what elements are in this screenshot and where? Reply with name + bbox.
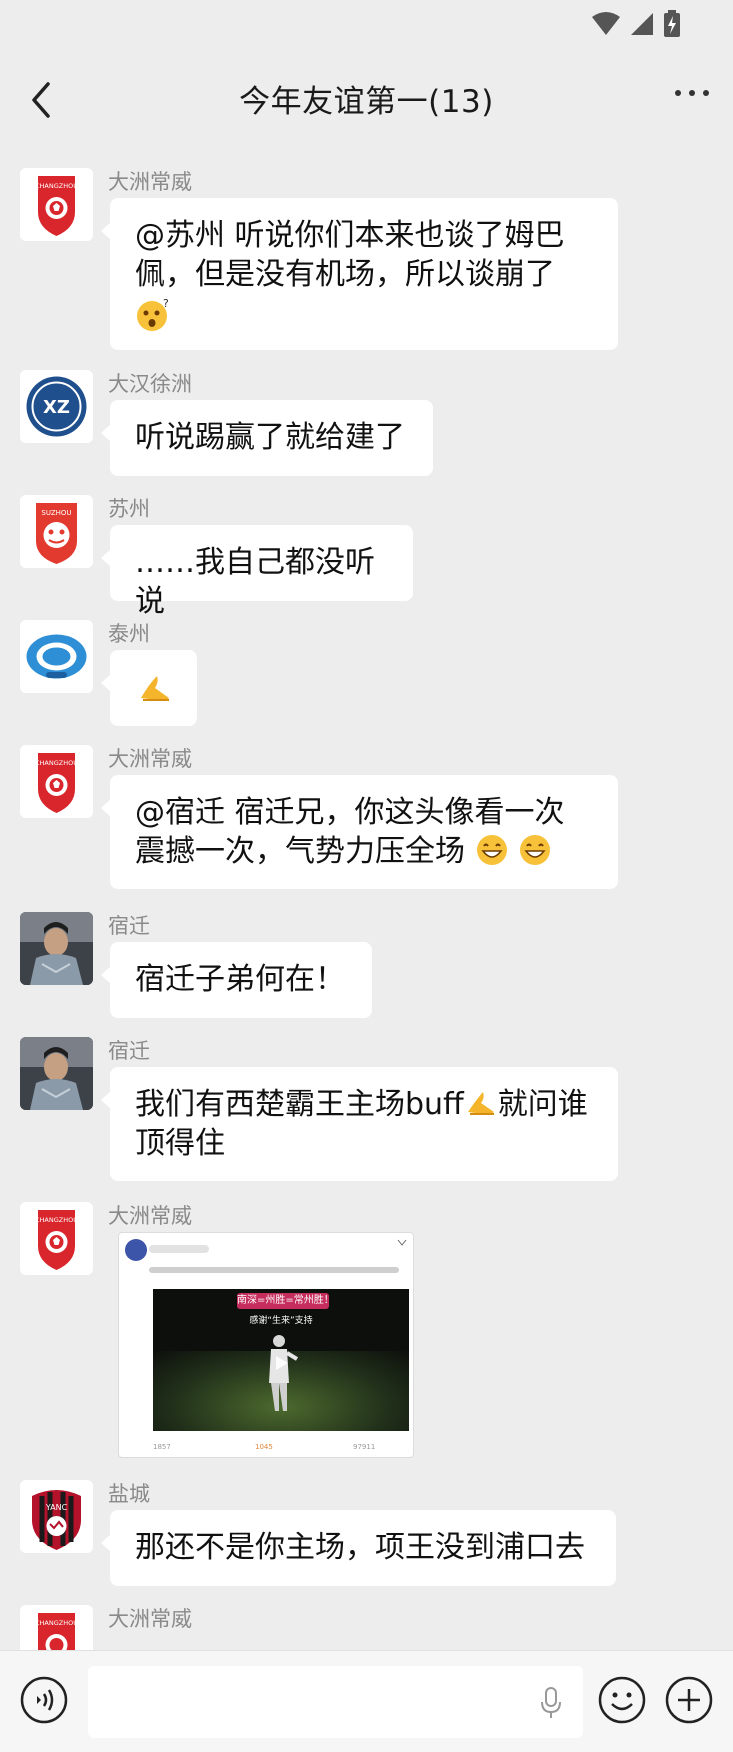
message-bubble[interactable]: ……我自己都没听说 <box>101 525 413 619</box>
avatar-changzhou[interactable]: CHANGZHOU <box>20 745 93 818</box>
message-text: 宿迁子弟何在！ <box>135 962 345 997</box>
post-author-avatar <box>125 1239 147 1261</box>
taizhou-club-logo <box>26 634 87 679</box>
sender-name: 宿迁 <box>108 1039 150 1063</box>
shared-post-card[interactable]: 南深=州胜=常州胜！ 感谢“生来”支持 1857 1045 97911 <box>118 1232 414 1458</box>
avatar-changzhou[interactable]: CHANGZHOU <box>20 1202 93 1275</box>
message-bubble[interactable]: 我们有西楚霸王主场buff 就问谁顶得住 <box>101 1067 618 1181</box>
changzhou-club-logo: CHANGZHOU <box>35 176 78 236</box>
more-button[interactable] <box>675 90 709 96</box>
avatar-xuzhou[interactable]: XZ <box>20 370 93 443</box>
message-text: ……我自己都没听说 <box>135 545 375 619</box>
emoji-icon <box>598 1676 646 1724</box>
svg-text:CHANGZHOU: CHANGZHOU <box>35 1619 78 1627</box>
svg-text:CHANGZHOU: CHANGZHOU <box>35 759 78 767</box>
changzhou-club-logo: CHANGZHOU <box>35 1613 78 1650</box>
avatar-changzhou[interactable]: CHANGZHOU <box>20 168 93 241</box>
changzhou-club-logo: CHANGZHOU <box>35 753 78 813</box>
message-bubble[interactable]: 宿迁子弟何在！ <box>101 942 372 1018</box>
avatar-suzhou[interactable]: SUZHOU <box>20 495 93 568</box>
comment-count: 1045 <box>255 1443 273 1451</box>
message-bubble[interactable]: 那还不是你主场，项王没到浦口去 <box>101 1510 616 1586</box>
sender-name: 大洲常威 <box>108 747 192 771</box>
voice-button[interactable] <box>20 1676 68 1728</box>
video-banner-text: 南深=州胜=常州胜！ <box>237 1293 329 1309</box>
status-bar <box>0 0 733 50</box>
sender-name: 大汉徐洲 <box>108 372 192 396</box>
blurred-post-text <box>149 1267 399 1273</box>
sender-name: 盐城 <box>108 1482 150 1506</box>
blurred-author-name <box>149 1245 209 1253</box>
svg-text:CHANGZHOU: CHANGZHOU <box>35 1216 78 1224</box>
plus-button[interactable] <box>665 1676 713 1728</box>
message-text: 那还不是你主场，项王没到浦口去 <box>135 1530 585 1565</box>
input-bar <box>0 1650 733 1752</box>
svg-text:YANC: YANC <box>45 1503 68 1512</box>
suqian-profile-photo <box>20 912 93 985</box>
avatar-suqian[interactable] <box>20 1037 93 1110</box>
chat-header: 今年友谊第一(13) <box>0 50 733 150</box>
suzhou-club-logo: SUZHOU <box>36 503 77 564</box>
sender-name: 大洲常威 <box>108 170 192 194</box>
shocked-emoji-icon: ? <box>137 297 169 331</box>
chevron-down-icon <box>397 1239 407 1246</box>
post-video-thumbnail[interactable]: 南深=州胜=常州胜！ 感谢“生来”支持 <box>153 1289 409 1431</box>
message-text: 我们有西楚霸王主场buff <box>135 1087 464 1122</box>
grinning-emoji-icon <box>520 835 551 865</box>
voice-icon <box>20 1676 68 1724</box>
repost-count: 1857 <box>153 1443 171 1451</box>
svg-text:XZ: XZ <box>43 397 70 418</box>
avatar-yancheng[interactable]: YANC <box>20 1480 93 1553</box>
chat-title: 今年友谊第一(13) <box>239 84 494 120</box>
microphone-icon[interactable] <box>539 1686 563 1720</box>
message-bubble[interactable]: @苏州 听说你们本来也谈了姆巴佩，但是没有机场，所以谈崩了 ? <box>101 198 618 350</box>
message-text: @苏州 听说你们本来也谈了姆巴佩，但是没有机场，所以谈崩了 <box>135 218 565 292</box>
xuzhou-club-logo: XZ <box>26 376 87 437</box>
svg-text:?: ? <box>163 297 169 310</box>
sender-name: 大洲常威 <box>108 1204 192 1228</box>
wifi-icon <box>592 12 620 35</box>
grinning-emoji-icon <box>476 835 507 865</box>
post-stats-row: 1857 1045 97911 <box>119 1441 413 1455</box>
sender-name: 宿迁 <box>108 914 150 938</box>
sender-name: 大洲常威 <box>108 1607 192 1631</box>
avatar-taizhou[interactable] <box>20 620 93 693</box>
sender-name: 泰州 <box>108 622 150 646</box>
message-list[interactable]: CHANGZHOU 大洲常威 @苏州 听说你们本来也谈了姆巴佩，但是没有机场，所… <box>0 150 733 1650</box>
plus-icon <box>665 1676 713 1724</box>
message-input[interactable] <box>88 1666 583 1738</box>
like-count: 97911 <box>353 1443 376 1451</box>
praying-hands-emoji-icon <box>141 676 169 701</box>
praying-hands-emoji-icon <box>467 1092 494 1115</box>
emoji-button[interactable] <box>598 1676 646 1728</box>
svg-text:CHANGZHOU: CHANGZHOU <box>35 182 78 190</box>
changzhou-club-logo: CHANGZHOU <box>35 1210 78 1270</box>
svg-text:SUZHOU: SUZHOU <box>41 509 71 517</box>
suqian-profile-photo <box>20 1037 93 1110</box>
avatar-suqian[interactable] <box>20 912 93 985</box>
sender-name: 苏州 <box>108 497 150 521</box>
more-icon <box>675 90 681 96</box>
yancheng-club-logo: YANC <box>32 1490 81 1550</box>
message-bubble[interactable] <box>101 650 197 726</box>
signal-icon <box>631 13 653 35</box>
avatar-changzhou[interactable]: CHANGZHOU <box>20 1605 93 1650</box>
message-bubble[interactable]: @宿迁 宿迁兄，你这头像看一次震撼一次，气势力压全场 <box>101 775 618 889</box>
message-bubble[interactable]: 听说踢赢了就给建了 <box>101 400 433 476</box>
battery-icon <box>664 10 680 37</box>
message-text: 听说踢赢了就给建了 <box>135 420 405 455</box>
video-caption-text: 感谢“生来”支持 <box>249 1316 313 1326</box>
play-icon <box>276 1356 288 1370</box>
performer-figure <box>269 1335 299 1411</box>
